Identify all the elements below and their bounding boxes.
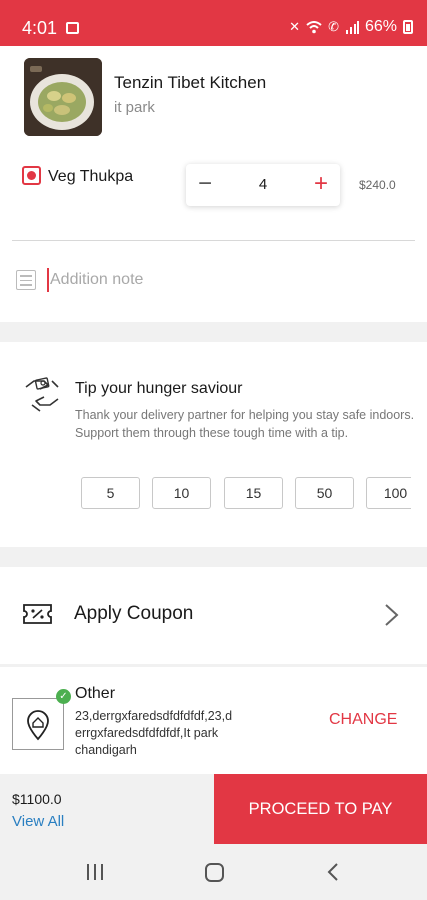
checkout-bar: $1100.0 View All PROCEED TO PAY	[0, 774, 427, 844]
food-type-indicator	[22, 166, 41, 185]
status-time: 4:01	[22, 18, 58, 38]
total-section: $1100.0 View All	[0, 774, 214, 844]
nav-back-icon[interactable]	[326, 862, 340, 882]
tip-option-5[interactable]: 5	[81, 477, 140, 509]
nav-home-icon[interactable]	[205, 863, 224, 882]
restaurant-image	[24, 58, 102, 136]
tip-option-50[interactable]: 50	[295, 477, 354, 509]
tip-hands-icon	[22, 375, 62, 413]
address-line: 23,derrgxfaredsdfdfdfdf,23,d	[75, 709, 233, 723]
system-nav-bar	[0, 844, 427, 900]
item-name: Veg Thukpa	[48, 168, 134, 185]
wifi-icon	[306, 20, 322, 33]
text-cursor	[47, 268, 49, 292]
battery-icon	[403, 20, 413, 34]
item-price: $240.0	[359, 178, 396, 192]
chevron-right-icon	[382, 603, 400, 627]
tip-option-10[interactable]: 10	[152, 477, 211, 509]
tip-option-15[interactable]: 15	[224, 477, 283, 509]
restaurant-location: it park	[114, 99, 155, 116]
tip-options: 5 10 15 50 100	[81, 477, 411, 509]
restaurant-name: Tenzin Tibet Kitchen	[114, 73, 267, 92]
note-icon	[16, 270, 36, 290]
divider	[12, 240, 415, 241]
section-divider	[0, 547, 427, 567]
total-amount: $1100.0	[12, 791, 62, 807]
tip-option-100[interactable]: 100	[366, 477, 411, 509]
mute-icon: ✕	[289, 19, 301, 34]
gallery-icon	[66, 22, 79, 34]
change-address-button[interactable]: CHANGE	[329, 711, 397, 729]
proceed-to-pay-button[interactable]: PROCEED TO PAY	[214, 774, 427, 844]
coupon-icon	[22, 603, 53, 625]
signal-icon	[345, 21, 359, 34]
address-line: chandigarh	[75, 743, 137, 757]
address-icon-box	[12, 698, 64, 750]
location-pin-icon	[27, 710, 49, 741]
increase-quantity-button[interactable]: +	[314, 170, 328, 198]
apply-coupon-label: Apply Coupon	[74, 603, 194, 624]
battery-percent: 66%	[364, 18, 397, 35]
quantity-stepper: − 4 +	[186, 164, 340, 206]
status-icons: ✕ ✆ 66%	[289, 18, 413, 36]
wifi-calling-icon: ✆	[328, 19, 339, 34]
check-icon: ✓	[56, 689, 71, 704]
section-divider	[0, 322, 427, 342]
status-bar: 4:01 ✕ ✆ 66%	[0, 0, 427, 46]
address-type: Other	[75, 685, 116, 702]
tip-title: Tip your hunger saviour	[75, 380, 243, 397]
nav-recents-icon[interactable]	[87, 864, 105, 880]
view-all-link[interactable]: View All	[12, 813, 64, 830]
address-line: errgxfaredsdfdfdfdf,It park	[75, 726, 219, 740]
addition-note-input[interactable]	[50, 268, 410, 292]
section-divider	[0, 664, 427, 667]
tip-description: Thank your delivery partner for helping …	[75, 408, 415, 440]
